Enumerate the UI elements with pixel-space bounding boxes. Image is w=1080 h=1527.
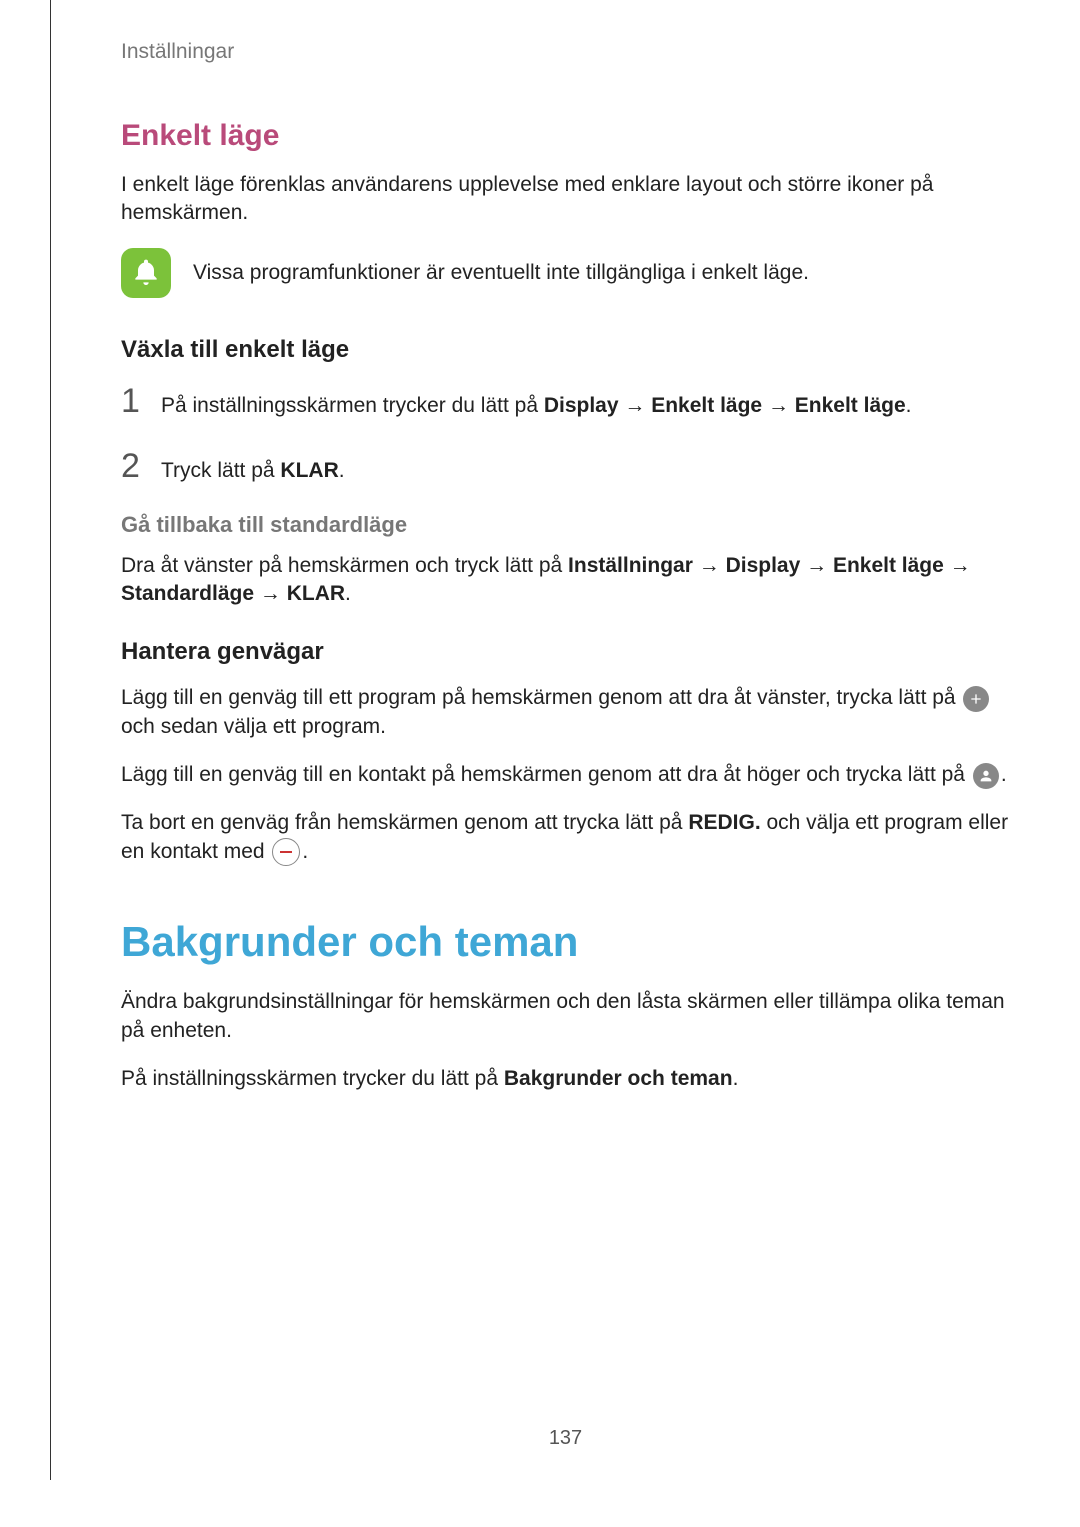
intro-paragraph: I enkelt läge förenklas användarens uppl… [121, 171, 1010, 228]
step-number: 1 [121, 382, 145, 421]
step-1: 1 På inställningsskärmen trycker du lätt… [121, 382, 1010, 421]
note-callout: Vissa programfunktioner är eventuellt in… [121, 248, 1010, 298]
heading-hantera: Hantera genvägar [121, 638, 1010, 666]
step-2: 2 Tryck lätt på KLAR. [121, 447, 1010, 486]
step-text: Tryck lätt på KLAR. [161, 457, 345, 485]
heading-ga-tillbaka: Gå tillbaka till standardläge [121, 512, 1010, 538]
step-number: 2 [121, 447, 145, 486]
back-paragraph: Dra åt vänster på hemskärmen och tryck l… [121, 552, 1010, 609]
page-content: Inställningar Enkelt läge I enkelt läge … [50, 0, 1080, 1480]
heading-bakgrunder: Bakgrunder och teman [121, 918, 1010, 966]
bell-icon [121, 248, 171, 298]
breadcrumb: Inställningar [121, 40, 1010, 64]
steps-list: 1 På inställningsskärmen trycker du lätt… [121, 382, 1010, 486]
bg-p2: På inställningsskärmen trycker du lätt p… [121, 1065, 1010, 1093]
note-text: Vissa programfunktioner är eventuellt in… [193, 259, 809, 287]
shortcut-p3: Ta bort en genväg från hemskärmen genom … [121, 809, 1010, 866]
shortcut-p1: Lägg till en genväg till ett program på … [121, 684, 1010, 741]
minus-icon [272, 838, 300, 866]
bg-p1: Ändra bakgrundsinställningar för hemskär… [121, 988, 1010, 1045]
heading-vaxla: Växla till enkelt läge [121, 336, 1010, 364]
step-text: På inställningsskärmen trycker du lätt p… [161, 392, 912, 420]
heading-enkelt-lage: Enkelt läge [121, 119, 1010, 153]
shortcut-p2: Lägg till en genväg till en kontakt på h… [121, 761, 1010, 789]
plus-icon [963, 686, 989, 712]
contact-icon [973, 763, 999, 789]
page-number: 137 [51, 1427, 1080, 1450]
